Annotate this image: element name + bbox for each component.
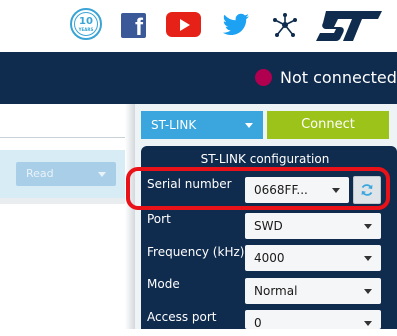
connection-status-text: Not connected [280,68,397,87]
port-label: Port [147,212,171,226]
youtube-icon[interactable] [166,12,201,37]
interface-select[interactable]: ST-LINK [141,111,263,139]
mode-select[interactable]: Normal [245,278,381,304]
connect-button[interactable]: Connect [267,111,389,139]
frequency-label: Frequency (kHz) [147,245,245,259]
access-port-select[interactable]: 0 [245,310,381,330]
left-content-area [0,204,129,329]
chevron-down-icon [364,289,372,294]
frequency-select[interactable]: 4000 [245,245,381,271]
panel-divider [125,104,135,329]
mode-value: Normal [254,284,298,298]
frequency-value: 4000 [254,251,285,265]
st-logo-icon[interactable] [316,11,382,41]
chevron-down-icon [364,321,372,326]
port-value: SWD [254,219,283,233]
interface-select-value: ST-LINK [151,118,197,132]
network-share-icon[interactable] [272,12,298,38]
facebook-icon[interactable]: f [121,13,146,38]
badge-text: YEARS [78,26,94,32]
badge-number: 10 [79,15,93,27]
connection-status-dot-icon [255,69,272,86]
mode-label: Mode [147,277,180,291]
chevron-down-icon [364,256,372,261]
serial-number-highlight [126,167,390,210]
configuration-title: ST-LINK configuration [200,152,330,166]
read-button-label: Read [26,167,54,180]
access-port-label: Access port [147,310,217,324]
left-gap [0,138,129,150]
chevron-down-icon [98,172,106,177]
chevron-down-icon [364,224,372,229]
read-button[interactable]: Read [16,162,116,186]
anniversary-badge-icon[interactable]: 10 YEARS [70,8,102,40]
left-tab-area [0,104,129,137]
access-port-value: 0 [254,316,262,330]
facebook-letter: f [135,14,143,39]
chevron-down-icon [245,123,253,128]
port-select[interactable]: SWD [245,213,381,239]
twitter-icon[interactable] [222,13,250,37]
